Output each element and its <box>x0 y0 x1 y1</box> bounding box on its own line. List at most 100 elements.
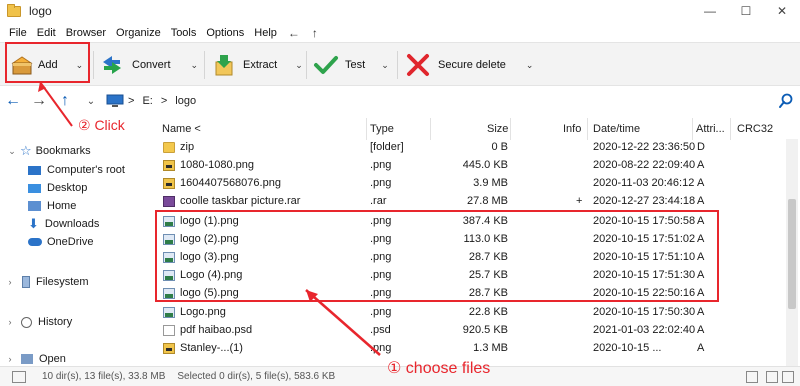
menu-back-arrow-icon[interactable]: ← <box>282 26 306 40</box>
toolbar: Add ⌄ Convert ⌄ Extract ⌄ Test ⌄ Secure … <box>0 42 800 86</box>
menu-tools[interactable]: Tools <box>166 27 202 39</box>
open-folder-icon <box>21 354 33 364</box>
file-datetime: 2020-10-15 17:50:30 <box>593 306 696 318</box>
menu-up-arrow-icon[interactable]: ↑ <box>306 26 324 40</box>
expand-caret-icon[interactable]: › <box>4 354 16 364</box>
forward-arrow-icon[interactable]: → <box>26 92 52 110</box>
view-toggle-icon[interactable] <box>12 370 26 383</box>
layout-toggle-icon[interactable] <box>766 371 778 383</box>
test-dropdown-chevron-icon[interactable]: ⌄ <box>381 60 389 71</box>
layout-toggle-icon[interactable] <box>746 371 758 383</box>
sidebar-item-desktop[interactable]: Desktop <box>28 179 87 197</box>
convert-dropdown-chevron-icon[interactable]: ⌄ <box>191 60 199 71</box>
sidebar-item-downloads[interactable]: ⬇ Downloads <box>28 215 99 233</box>
file-row[interactable]: pdf haibao.psd .psd 920.5 KB 2021-01-03 … <box>156 322 784 340</box>
sidebar-item-label: Filesystem <box>36 276 89 288</box>
back-arrow-icon[interactable]: ← <box>0 92 26 110</box>
menu-options[interactable]: Options <box>201 27 249 39</box>
column-header-info[interactable]: Info <box>563 120 581 138</box>
layout-toggle-icon[interactable] <box>782 371 794 383</box>
file-row[interactable]: 1080-1080.png .png 445.0 KB 2020-08-22 2… <box>156 157 784 175</box>
sidebar-item-label: Home <box>47 200 77 212</box>
maximize-button[interactable]: ☐ <box>728 0 764 22</box>
extract-dropdown-chevron-icon[interactable]: ⌄ <box>295 60 303 71</box>
menu-browser[interactable]: Browser <box>61 27 111 39</box>
secure-delete-button[interactable]: Secure delete ⌄ <box>405 49 533 81</box>
column-divider[interactable] <box>692 118 693 140</box>
file-size: 27.8 MB <box>467 195 508 207</box>
column-header-name[interactable]: Name < <box>162 120 201 138</box>
sidebar-item-computers-root[interactable]: Computer's root <box>28 161 125 179</box>
file-name: pdf haibao.psd <box>180 324 253 336</box>
choose-files-annotation: ① choose files <box>387 360 491 377</box>
file-attributes: A <box>697 177 705 189</box>
sidebar-item-home[interactable]: Home <box>28 197 76 215</box>
computer-icon[interactable] <box>106 94 124 108</box>
expand-caret-icon[interactable]: › <box>4 317 16 327</box>
extract-button-label: Extract <box>243 59 278 71</box>
column-divider[interactable] <box>587 118 588 140</box>
menu-help[interactable]: Help <box>249 27 282 39</box>
file-row[interactable]: Logo.png .png 22.8 KB 2020-10-15 17:50:3… <box>156 304 784 322</box>
home-icon <box>28 201 41 211</box>
desktop-icon <box>28 183 41 193</box>
file-size: 22.8 KB <box>468 306 508 318</box>
sidebar-item-history[interactable]: › History <box>4 313 73 331</box>
archive-file-icon <box>163 196 175 207</box>
secure-delete-dropdown-chevron-icon[interactable]: ⌄ <box>526 60 534 71</box>
window-title: logo <box>29 4 52 18</box>
test-button[interactable]: Test ⌄ <box>313 49 389 81</box>
expand-caret-icon[interactable]: ⌄ <box>6 146 18 157</box>
column-header-datetime[interactable]: Date/time <box>593 120 640 138</box>
file-row[interactable]: zip [folder] 0 B 2020-12-22 23:36:50 D <box>156 139 784 157</box>
convert-button-label: Convert <box>132 59 171 71</box>
file-attributes: A <box>697 159 705 171</box>
file-attributes: A <box>697 195 705 207</box>
column-header-size[interactable]: Size <box>487 120 508 138</box>
breadcrumb-separator: > <box>160 95 168 107</box>
sidebar-item-label: Open <box>39 353 66 365</box>
status-selection-summary: Selected 0 dir(s), 5 file(s), 583.6 KB <box>177 371 336 382</box>
breadcrumb-drive[interactable]: E: <box>138 95 156 107</box>
convert-button[interactable]: Convert ⌄ <box>100 49 198 81</box>
sidebar-item-bookmarks[interactable]: ⌄ ☆ Bookmarks <box>6 142 90 160</box>
scrollbar-thumb[interactable] <box>788 199 796 309</box>
minimize-button[interactable]: — <box>692 0 728 22</box>
vertical-scrollbar[interactable] <box>786 139 798 366</box>
menu-file[interactable]: File <box>4 27 32 39</box>
column-header-crc32[interactable]: CRC32 <box>737 120 773 138</box>
window-controls: — ☐ ✕ <box>692 0 800 22</box>
expand-caret-icon[interactable]: › <box>4 277 16 287</box>
file-datetime: 2020-11-03 20:46:12 <box>593 177 695 189</box>
image-file-icon <box>163 343 175 354</box>
file-row[interactable]: coolle taskbar picture.rar .rar 27.8 MB … <box>156 193 784 211</box>
column-divider[interactable] <box>366 118 367 140</box>
column-divider[interactable] <box>430 118 431 140</box>
column-divider[interactable] <box>510 118 511 140</box>
file-size: 1.3 MB <box>473 342 508 354</box>
menu-edit[interactable]: Edit <box>32 27 61 39</box>
column-divider[interactable] <box>730 118 731 140</box>
add-button-highlight <box>5 42 90 83</box>
sidebar-item-open[interactable]: › Open <box>4 350 66 366</box>
column-header-type[interactable]: Type <box>370 120 394 138</box>
image-file-icon <box>163 178 175 189</box>
toolbar-divider <box>204 51 205 79</box>
close-button[interactable]: ✕ <box>764 0 800 22</box>
clock-icon <box>21 316 32 328</box>
breadcrumb-folder[interactable]: logo <box>171 95 200 107</box>
up-arrow-icon[interactable]: ↑ <box>52 92 78 110</box>
column-header-attributes[interactable]: Attri... <box>696 120 725 138</box>
file-type: .png <box>370 342 392 354</box>
sidebar-item-onedrive[interactable]: OneDrive <box>28 233 93 251</box>
sidebar-item-filesystem[interactable]: › Filesystem <box>4 273 89 291</box>
checkmark-icon <box>314 56 338 74</box>
search-icon[interactable] <box>778 93 794 109</box>
file-row[interactable]: Stanley-...(1) .png 1.3 MB 2020-10-15 ..… <box>156 340 784 358</box>
status-folder-summary: 10 dir(s), 13 file(s), 33.8 MB <box>42 371 166 382</box>
extract-button[interactable]: Extract ⌄ <box>212 49 303 81</box>
folder-icon <box>163 142 175 153</box>
file-row[interactable]: 1604407568076.png .png 3.9 MB 2020-11-03… <box>156 175 784 193</box>
history-dropdown-chevron-icon[interactable]: ⌄ <box>78 96 104 107</box>
menu-organize[interactable]: Organize <box>111 27 166 39</box>
